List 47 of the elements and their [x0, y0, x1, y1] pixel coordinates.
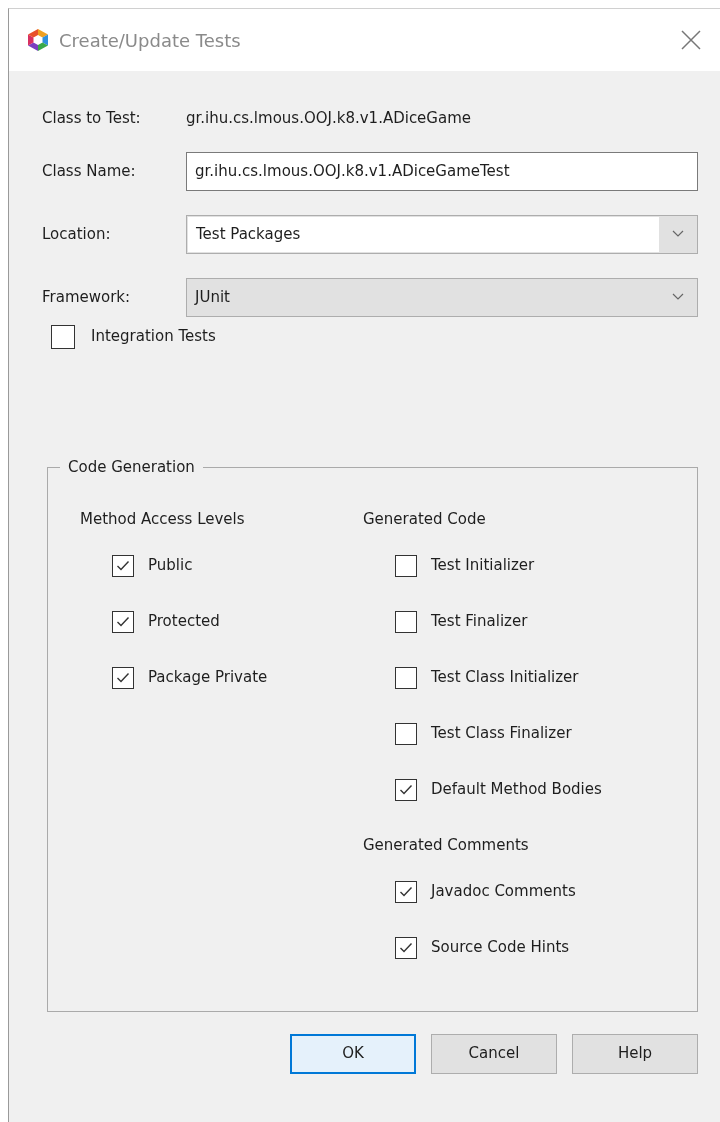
field-value: gr.ihu.cs.lmous.OOJ.k8.v1.ADiceGame — [186, 108, 471, 129]
checkbox-label: Integration Tests — [91, 326, 216, 348]
checkbox[interactable] — [395, 666, 417, 689]
checkbox[interactable] — [395, 880, 417, 903]
field-label: Framework: — [42, 286, 132, 308]
checkbox-label: Default Method Bodies — [431, 779, 602, 801]
checkbox-label: Protected — [148, 611, 220, 633]
dialog-button[interactable]: Help — [572, 1033, 698, 1074]
checkbox-label: Test Initializer — [431, 555, 535, 577]
checkbox[interactable] — [51, 324, 75, 349]
checkbox[interactable] — [395, 778, 417, 801]
checkmark-icon — [116, 671, 130, 684]
checkbox-label: Package Private — [148, 667, 268, 689]
section-heading: Generated Comments — [363, 834, 530, 856]
checkbox-label: Test Class Finalizer — [431, 723, 572, 745]
checkbox-label: Javadoc Comments — [431, 881, 576, 903]
checkbox[interactable] — [112, 610, 134, 633]
chevron-down-icon — [672, 230, 684, 238]
checkbox[interactable] — [112, 554, 134, 577]
dialog-button[interactable]: Cancel — [431, 1033, 557, 1074]
checkbox[interactable] — [112, 666, 134, 689]
checkbox[interactable] — [395, 936, 417, 959]
checkmark-icon — [399, 941, 413, 954]
window-title: Create/Update Tests — [59, 28, 242, 53]
checkmark-icon — [399, 885, 413, 898]
checkbox-label: Test Class Initializer — [431, 667, 579, 689]
class-name-field[interactable]: gr.ihu.cs.lmous.OOJ.k8.v1.ADiceGameTest — [186, 151, 698, 191]
field-label: Class Name: — [42, 160, 137, 182]
checkmark-icon — [116, 615, 130, 628]
field-label: Class to Test: — [42, 108, 142, 129]
app-logo-icon — [27, 28, 49, 52]
checkbox-label: Public — [148, 555, 193, 577]
framework-dropdown[interactable]: JUnit — [186, 277, 698, 317]
location-dropdown[interactable]: Test Packages — [186, 214, 698, 254]
checkbox[interactable] — [395, 554, 417, 577]
checkmark-icon — [116, 559, 130, 572]
checkbox-label: Source Code Hints — [431, 937, 570, 959]
checkmark-icon — [399, 783, 413, 796]
checkbox[interactable] — [395, 722, 417, 745]
dialog-button[interactable]: OK — [290, 1033, 416, 1074]
field-label: Location: — [42, 223, 112, 245]
section-heading: Method Access Levels — [80, 508, 246, 530]
checkbox-label: Test Finalizer — [431, 611, 528, 633]
section-heading: Generated Code — [363, 508, 487, 530]
chevron-down-icon — [672, 293, 684, 301]
checkbox[interactable] — [395, 610, 417, 633]
close-icon[interactable] — [680, 29, 702, 51]
